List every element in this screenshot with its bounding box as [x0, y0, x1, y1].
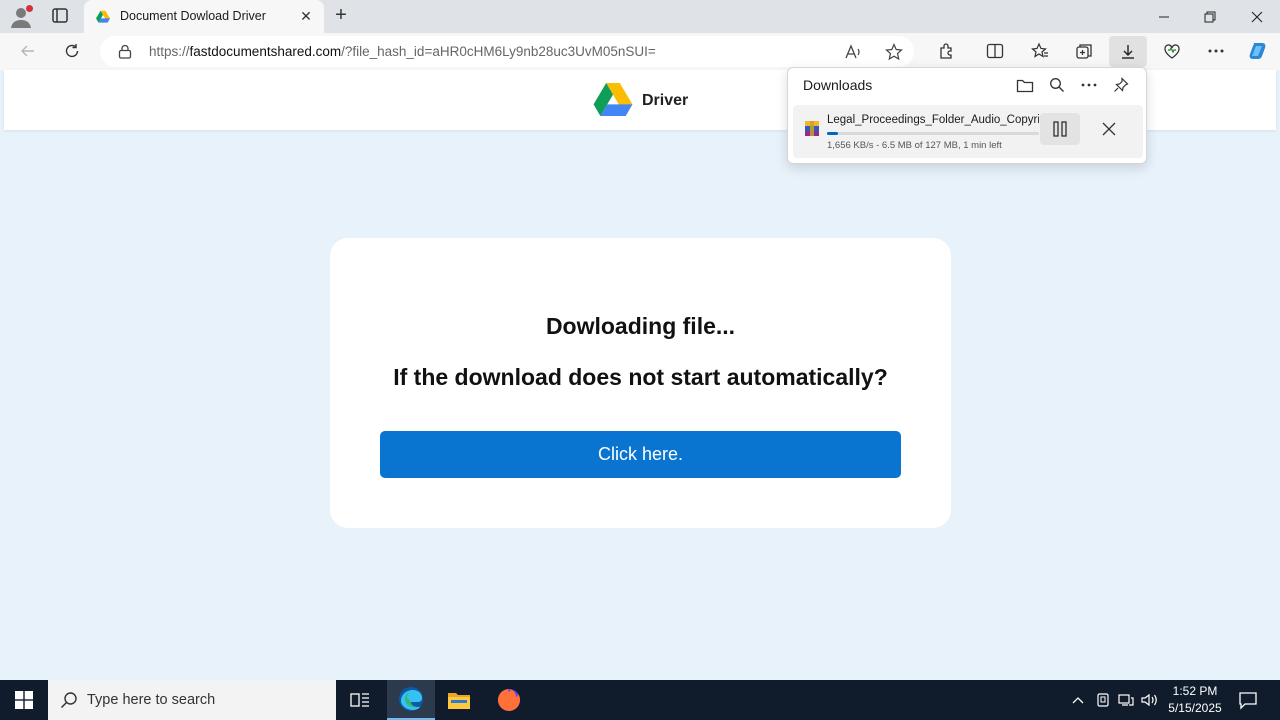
- file-explorer-icon[interactable]: [435, 680, 483, 720]
- download-card: Dowloading file... If the download does …: [330, 238, 951, 528]
- brand-name: Driver: [642, 92, 689, 109]
- google-drive-logo-icon: [593, 83, 633, 118]
- profile-notification-dot: [26, 5, 33, 12]
- tab-strip: Document Dowload Driver ✕ +: [0, 0, 1280, 33]
- tab-actions-icon[interactable]: [48, 5, 72, 27]
- edge-taskbar-icon[interactable]: [387, 680, 435, 720]
- google-drive-favicon-icon: [96, 10, 110, 24]
- pause-download-button[interactable]: [1040, 113, 1080, 145]
- notification-center-icon[interactable]: [1236, 688, 1260, 712]
- download-item[interactable]: Legal_Proceedings_Folder_Audio_Copyright…: [793, 105, 1143, 158]
- taskbar-search-placeholder: Type here to search: [87, 692, 216, 708]
- pause-icon: [1053, 121, 1067, 137]
- new-tab-icon[interactable]: +: [330, 5, 352, 27]
- page-subheading: If the download does not start automatic…: [393, 364, 888, 390]
- url-text[interactable]: https://fastdocumentshared.com/?file_has…: [149, 44, 656, 59]
- start-button[interactable]: [0, 680, 48, 720]
- downloads-more-options-icon[interactable]: [1078, 74, 1100, 96]
- windows-logo-icon: [15, 691, 33, 709]
- volume-icon[interactable]: [1140, 690, 1160, 710]
- favorite-star-icon[interactable]: [884, 42, 904, 62]
- extensions-icon[interactable]: [932, 37, 962, 65]
- favorites-icon[interactable]: [1025, 37, 1055, 65]
- clock-time: 1:52 PM: [1172, 684, 1218, 698]
- close-tab-icon[interactable]: ✕: [298, 8, 314, 24]
- search-icon: [60, 691, 78, 709]
- tab-title: Document Dowload Driver: [120, 9, 266, 23]
- search-downloads-icon[interactable]: [1046, 74, 1068, 96]
- active-tab[interactable]: Document Dowload Driver ✕: [84, 0, 324, 33]
- taskbar-clock[interactable]: 1:52 PM 5/15/2025: [1160, 683, 1230, 717]
- url-path: /?file_hash_id=aHR0cHM6Ly9nb28uc3UvM05nS…: [341, 44, 656, 59]
- collections-icon[interactable]: [1069, 37, 1099, 65]
- minimize-icon[interactable]: [1141, 0, 1187, 33]
- network-icon[interactable]: [1116, 690, 1136, 710]
- task-view-icon[interactable]: [336, 680, 384, 720]
- download-filename: Legal_Proceedings_Folder_Audio_Copyright…: [827, 114, 1039, 126]
- open-downloads-folder-icon[interactable]: [1014, 74, 1036, 96]
- show-hidden-icons-chevron-icon[interactable]: [1068, 690, 1088, 710]
- url-host: fastdocumentshared.com: [189, 44, 342, 59]
- clock-date: 5/15/2025: [1168, 701, 1222, 715]
- downloads-title: Downloads: [803, 77, 873, 93]
- cancel-download-icon[interactable]: [1093, 113, 1125, 145]
- page-heading: Dowloading file...: [545, 313, 736, 339]
- address-bar[interactable]: https://fastdocumentshared.com/?file_has…: [100, 36, 914, 67]
- restore-icon[interactable]: [1187, 0, 1233, 33]
- copilot-icon[interactable]: [1243, 37, 1273, 65]
- windows-taskbar: Type here to search 1:52 PM 5/15/2025: [0, 680, 1280, 720]
- download-progress-bar: [827, 132, 1039, 135]
- pin-downloads-icon[interactable]: [1110, 74, 1132, 96]
- close-window-icon[interactable]: [1234, 0, 1280, 33]
- refresh-icon[interactable]: [57, 37, 87, 65]
- split-screen-icon[interactable]: [980, 37, 1010, 65]
- downloads-panel: Downloads Legal_Proceedings_Folder_Audio…: [787, 67, 1147, 164]
- browser-essentials-icon[interactable]: [1157, 37, 1187, 65]
- archive-file-icon: [804, 120, 820, 137]
- browser-toolbar: https://fastdocumentshared.com/?file_has…: [0, 33, 1280, 70]
- taskbar-search-box[interactable]: Type here to search: [48, 680, 336, 720]
- download-status: 1,656 KB/s - 6.5 MB of 127 MB, 1 min lef…: [827, 140, 1002, 151]
- lock-icon[interactable]: [118, 44, 132, 59]
- downloads-toolbar-icon[interactable]: [1109, 36, 1147, 67]
- click-here-button[interactable]: Click here.: [380, 431, 901, 478]
- back-arrow-icon[interactable]: [13, 37, 43, 65]
- more-menu-icon[interactable]: [1201, 37, 1231, 65]
- read-aloud-icon[interactable]: [843, 42, 863, 62]
- device-tray-icon[interactable]: [1093, 690, 1113, 710]
- download-progress-fill: [827, 132, 838, 135]
- firefox-icon[interactable]: [485, 680, 533, 720]
